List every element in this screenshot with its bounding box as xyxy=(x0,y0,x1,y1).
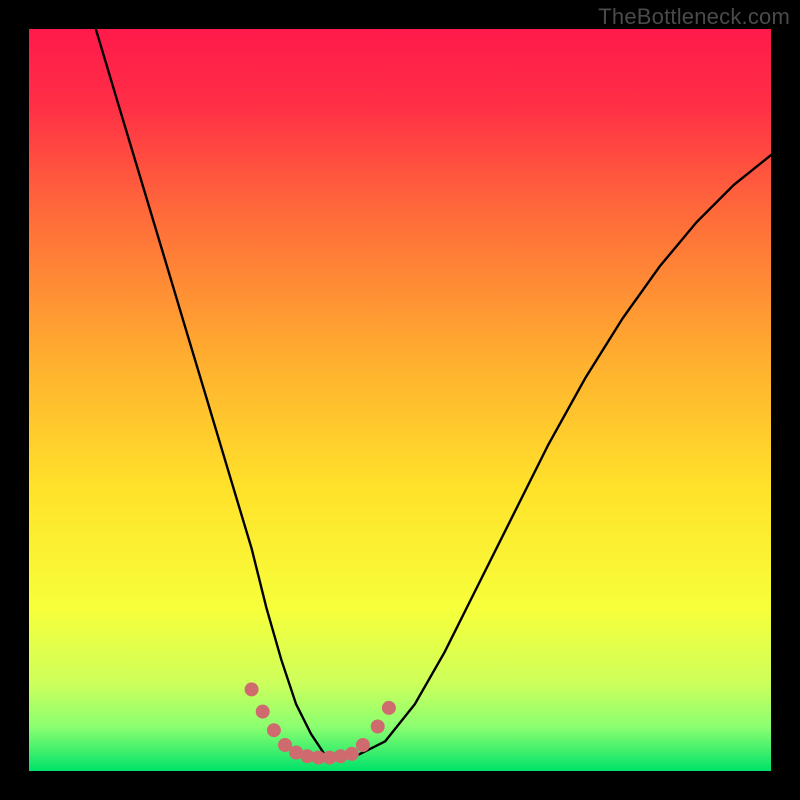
optimal-marker xyxy=(345,747,359,761)
optimal-marker xyxy=(256,705,270,719)
optimal-marker xyxy=(267,723,281,737)
optimal-marker xyxy=(382,701,396,715)
watermark-text: TheBottleneck.com xyxy=(598,4,790,30)
optimal-marker xyxy=(245,682,259,696)
optimal-marker xyxy=(356,738,370,752)
optimal-marker xyxy=(371,720,385,734)
gradient-background xyxy=(29,29,771,771)
chart-frame: TheBottleneck.com xyxy=(0,0,800,800)
bottleneck-plot xyxy=(29,29,771,771)
plot-svg xyxy=(29,29,771,771)
